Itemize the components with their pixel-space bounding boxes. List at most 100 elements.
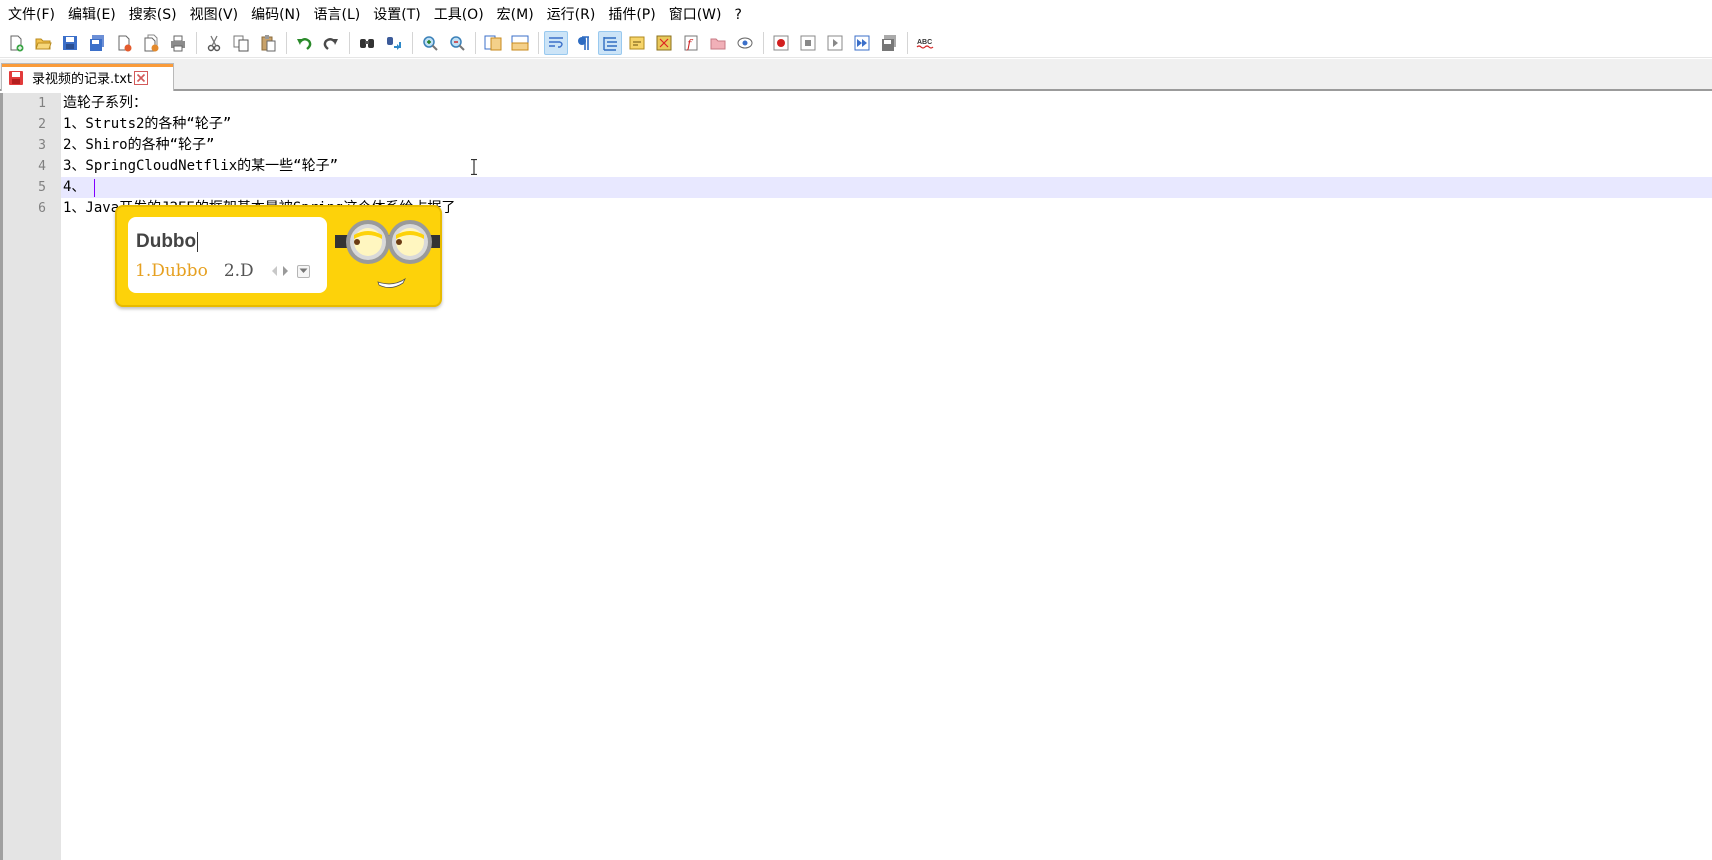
word-wrap-icon	[549, 37, 563, 48]
close-button[interactable]	[112, 31, 136, 55]
show-all-chars-button[interactable]	[571, 31, 595, 55]
code-line[interactable]: 2、Shiro的各种“轮子”	[63, 135, 214, 156]
open-file-button[interactable]	[31, 31, 55, 55]
find-icon	[360, 39, 374, 48]
chevron-down-icon	[299, 268, 308, 273]
save-all-button[interactable]	[85, 31, 109, 55]
folder-workspace-icon	[710, 38, 726, 50]
run-macro-multiple-icon	[854, 35, 870, 51]
spell-check-button[interactable]: ABC	[913, 31, 937, 55]
undo-button[interactable]	[292, 31, 316, 55]
menu-item-11[interactable]: 窗口(W)	[664, 0, 727, 29]
ime-candidate-1[interactable]: 1.Dubbo	[135, 261, 208, 281]
menu-item-7[interactable]: 工具(O)	[429, 0, 489, 29]
line-number: 5	[38, 180, 46, 195]
doc-map-button[interactable]	[652, 31, 676, 55]
menu-item-2[interactable]: 搜索(S)	[124, 0, 182, 29]
print-button[interactable]	[166, 31, 190, 55]
user-lang-button[interactable]	[625, 31, 649, 55]
record-macro-icon	[773, 35, 789, 51]
document-tab[interactable]: 录视频的记录.txt	[1, 63, 174, 91]
unsaved-disk-icon	[9, 70, 23, 85]
toolbar: f ABC	[0, 29, 1712, 58]
ime-prev-page-icon[interactable]	[270, 265, 279, 277]
show-all-chars-icon	[578, 36, 589, 50]
zoom-out-icon	[450, 36, 465, 51]
menu-item-12[interactable]: ?	[730, 0, 747, 29]
sync-vertical-button[interactable]	[481, 31, 505, 55]
redo-button[interactable]	[319, 31, 343, 55]
monitoring-icon	[737, 37, 753, 49]
cut-icon	[207, 35, 221, 52]
zoom-in-icon	[423, 36, 438, 51]
save-macro-button[interactable]	[877, 31, 901, 55]
tab-filename: 录视频的记录.txt	[32, 72, 133, 87]
ime-next-page-icon[interactable]	[281, 265, 290, 277]
code-line[interactable]: 4、	[63, 177, 85, 198]
menu-item-0[interactable]: 文件(F)	[3, 0, 60, 29]
sync-vertical-icon	[484, 35, 502, 51]
menu-item-8[interactable]: 宏(M)	[492, 0, 539, 29]
save-all-icon	[90, 35, 104, 51]
undo-icon	[297, 38, 312, 50]
zoom-in-button[interactable]	[418, 31, 442, 55]
replace-button[interactable]	[382, 31, 406, 55]
current-line-highlight	[61, 177, 1712, 198]
close-all-button[interactable]	[139, 31, 163, 55]
redo-icon	[323, 38, 338, 50]
save-macro-icon	[882, 35, 896, 51]
new-file-button[interactable]	[4, 31, 28, 55]
function-list-button[interactable]: f	[679, 31, 703, 55]
close-icon	[118, 35, 132, 52]
paste-icon	[261, 35, 276, 52]
line-number: 3	[38, 138, 46, 153]
run-macro-multiple-button[interactable]	[850, 31, 874, 55]
toolbar-separator	[475, 32, 476, 54]
line-number-gutter: 1 2 3 4 5 6	[3, 93, 61, 860]
toolbar-separator	[412, 32, 413, 54]
line-number: 1	[38, 96, 46, 111]
ime-expand-button[interactable]	[296, 264, 310, 278]
play-macro-icon	[827, 35, 843, 51]
menu-item-3[interactable]: 视图(V)	[185, 0, 244, 29]
ime-composition-text: Dubbo	[136, 231, 199, 253]
code-line[interactable]: 3、SpringCloudNetflix的某一些“轮子”	[63, 156, 338, 177]
word-wrap-button[interactable]	[544, 31, 568, 55]
stop-record-icon	[800, 35, 816, 51]
toolbar-separator	[349, 32, 350, 54]
indent-guide-icon	[603, 37, 617, 51]
code-line[interactable]: 1、Struts2的各种“轮子”	[63, 114, 231, 135]
folder-workspace-button[interactable]	[706, 31, 730, 55]
find-button[interactable]	[355, 31, 379, 55]
sync-horizontal-button[interactable]	[508, 31, 532, 55]
line-number: 6	[38, 201, 46, 216]
zoom-out-button[interactable]	[445, 31, 469, 55]
stop-record-button[interactable]	[796, 31, 820, 55]
record-macro-button[interactable]	[769, 31, 793, 55]
paste-button[interactable]	[256, 31, 280, 55]
toolbar-separator	[538, 32, 539, 54]
toolbar-separator	[907, 32, 908, 54]
menu-item-9[interactable]: 运行(R)	[542, 0, 601, 29]
indent-guide-button[interactable]	[598, 31, 622, 55]
copy-button[interactable]	[229, 31, 253, 55]
tab-active-accent	[2, 64, 173, 67]
monitoring-button[interactable]	[733, 31, 757, 55]
menu-item-10[interactable]: 插件(P)	[603, 0, 660, 29]
menu-item-1[interactable]: 编辑(E)	[63, 0, 121, 29]
cut-button[interactable]	[202, 31, 226, 55]
tab-strip: 录视频的记录.txt	[0, 59, 1712, 91]
user-lang-icon	[629, 36, 645, 50]
menu-item-5[interactable]: 语言(L)	[309, 0, 366, 29]
ime-candidate-2[interactable]: 2.D	[224, 261, 254, 281]
code-line[interactable]: 造轮子系列：	[63, 93, 147, 114]
menu-item-4[interactable]: 编码(N)	[246, 0, 305, 29]
spell-check-label: ABC	[917, 39, 932, 46]
new-file-icon	[10, 35, 24, 52]
play-macro-button[interactable]	[823, 31, 847, 55]
text-caret	[94, 179, 95, 197]
menu-item-6[interactable]: 设置(T)	[368, 0, 425, 29]
tab-close-icon[interactable]	[134, 70, 149, 85]
save-button[interactable]	[58, 31, 82, 55]
ime-page-nav	[270, 264, 310, 278]
